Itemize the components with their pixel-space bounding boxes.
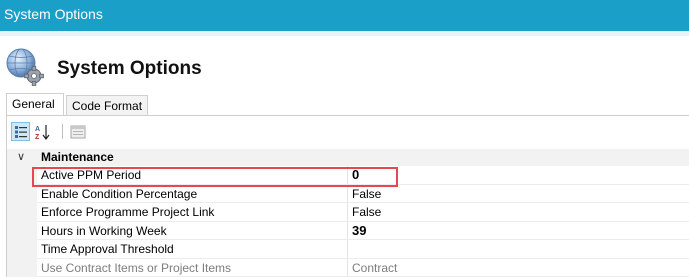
row-gutter (7, 258, 37, 277)
property-value[interactable]: 39 (352, 223, 366, 238)
column-divider[interactable] (347, 258, 348, 277)
tab-code-format[interactable]: Code Format (66, 95, 148, 115)
sort-az-icon: A Z (35, 124, 49, 140)
property-value[interactable]: False (352, 187, 381, 201)
page-title: System Options (57, 58, 202, 79)
column-divider[interactable] (347, 221, 348, 240)
property-pages-icon (70, 125, 85, 138)
column-divider[interactable] (347, 166, 348, 185)
svg-text:Z: Z (35, 134, 40, 140)
property-grid: ∨ Maintenance Active PPM Period 0 Enable… (7, 149, 689, 277)
property-name: Active PPM Period (41, 168, 142, 182)
property-name: Enable Condition Percentage (41, 186, 198, 201)
property-name: Hours in Working Week (41, 223, 167, 238)
row-gutter (7, 166, 37, 185)
row-gutter (7, 221, 37, 240)
globe-gear-icon (4, 46, 44, 86)
property-row-time-approval-threshold[interactable]: Time Approval Threshold (7, 240, 689, 259)
row-gutter (7, 203, 37, 222)
property-pages-button[interactable] (68, 122, 87, 141)
category-row-maintenance[interactable]: ∨ Maintenance (7, 149, 689, 166)
titlebar-divider (0, 31, 689, 36)
property-row-enforce-programme-project-link[interactable]: Enforce Programme Project Link False (7, 203, 689, 222)
property-row-active-ppm-period[interactable]: Active PPM Period 0 (7, 166, 689, 185)
toolbar-separator (62, 124, 63, 139)
row-gutter (7, 184, 37, 203)
property-value[interactable]: Contract (352, 261, 397, 275)
category-label: Maintenance (41, 150, 114, 164)
categorized-view-icon (14, 125, 27, 138)
tab-general[interactable]: General (6, 93, 64, 115)
property-row-use-contract-items[interactable]: Use Contract Items or Project Items Cont… (7, 258, 689, 277)
column-divider[interactable] (347, 240, 348, 259)
alphabetical-sort-button[interactable]: A Z (33, 122, 52, 141)
column-divider[interactable] (347, 203, 348, 222)
property-name: Use Contract Items or Project Items (41, 260, 232, 275)
chevron-down-icon[interactable]: ∨ (17, 150, 25, 163)
property-value[interactable]: 0 (352, 167, 359, 182)
property-row-hours-in-working-week[interactable]: Hours in Working Week 39 (7, 221, 689, 240)
row-gutter (7, 240, 37, 259)
property-grid-toolbar: A Z (7, 116, 689, 146)
property-panel: A Z ∨ Maintenance Active PPM Period 0 En… (6, 115, 689, 277)
property-name: Enforce Programme Project Link (41, 205, 215, 219)
window-title: System Options (4, 6, 103, 22)
categorized-view-button[interactable] (11, 122, 30, 141)
column-divider[interactable] (347, 184, 348, 203)
property-row-enable-condition-percentage[interactable]: Enable Condition Percentage False (7, 184, 689, 203)
property-value[interactable]: False (352, 205, 381, 219)
window-titlebar: System Options (0, 0, 689, 31)
svg-text:A: A (35, 126, 40, 133)
property-name: Time Approval Threshold (41, 242, 174, 256)
